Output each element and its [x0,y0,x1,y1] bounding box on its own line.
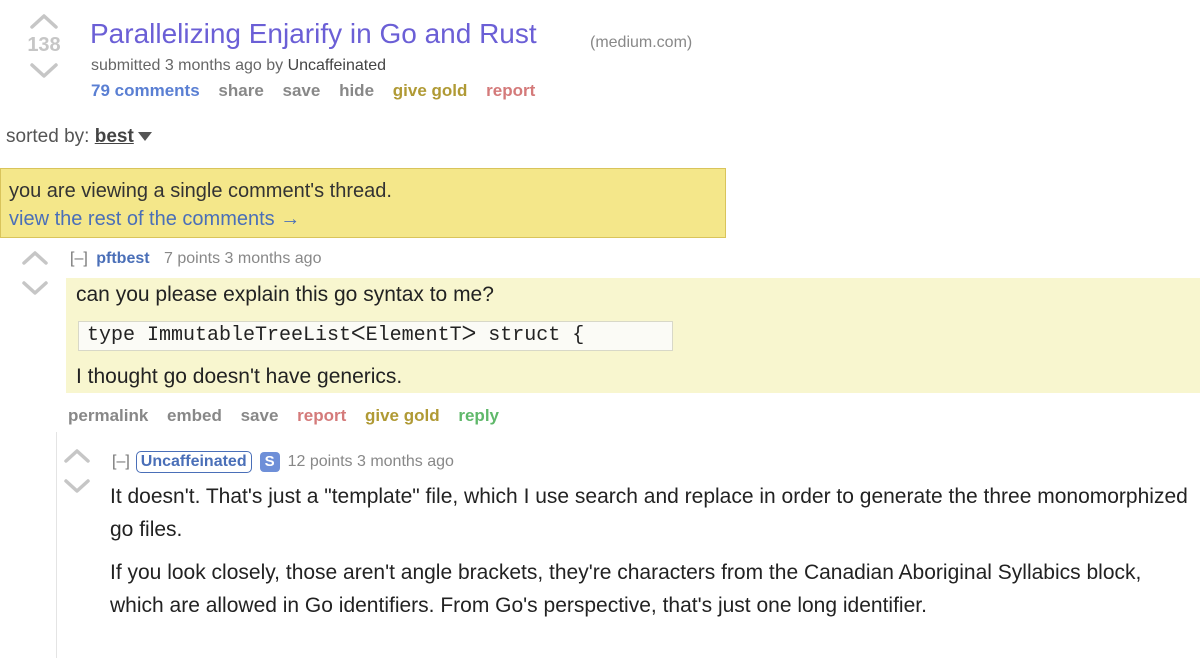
collapse-toggle[interactable]: [–] [70,250,88,267]
single-thread-infobar: you are viewing a single comment's threa… [0,168,726,238]
comment-body: It doesn't. That's just a "template" fil… [110,480,1195,632]
comment-paragraph: If you look closely, those aren't angle … [110,561,1142,617]
permalink-button[interactable]: permalink [68,406,148,425]
share-button[interactable]: share [218,81,263,100]
post-vote-column: 138 [18,12,70,80]
sort-bar: sorted by: best [6,126,152,148]
comment-vote-column [62,448,92,494]
post-buttons: 79 comments share save hide give gold re… [91,81,549,101]
report-button[interactable]: report [297,406,346,425]
caret-down-icon[interactable] [137,132,152,142]
comment-text: I thought go doesn't have generics. [76,365,403,388]
post-domain[interactable]: (medium.com) [590,34,692,52]
submitter-badge: S [259,452,280,472]
comment-meta: 12 points 3 months ago [287,453,454,470]
upvote-arrow-icon[interactable] [29,12,59,30]
hide-button[interactable]: hide [339,81,374,100]
upvote-arrow-icon[interactable] [21,250,49,266]
code-block: type ImmutableTreeListᐸElementTᐳ struct … [78,321,673,351]
comment-meta: 7 points 3 months ago [164,250,322,267]
sort-label: sorted by: [6,126,95,147]
sort-dropdown[interactable]: best [95,126,134,147]
post-tagline-prefix: submitted 3 months ago by [91,57,288,74]
save-button[interactable]: save [241,406,279,425]
infobar-message: you are viewing a single comment's threa… [9,180,392,202]
submitter-author-link[interactable]: Uncaffeinated [135,451,252,473]
post-author-link[interactable]: Uncaffeinated [288,57,386,74]
save-button[interactable]: save [283,81,321,100]
post-tagline: submitted 3 months ago by Uncaffeinated [91,57,386,75]
post-header: 138 Parallelizing Enjarify in Go and Rus… [0,0,1200,120]
comment-buttons: permalink embed save report give gold re… [68,406,513,426]
comment-paragraph: It doesn't. That's just a "template" fil… [110,485,1188,541]
downvote-arrow-icon[interactable] [21,280,49,296]
downvote-arrow-icon[interactable] [63,478,91,494]
collapse-toggle[interactable]: [–] [112,453,130,471]
give-gold-button[interactable]: give gold [365,406,440,425]
post-score: 138 [27,34,61,56]
comment-body-highlighted: can you please explain this go syntax to… [66,278,1200,393]
comment-vote-column [20,250,50,296]
comment-tagline: [–] pftbest 7 points 3 months ago [70,250,321,268]
comment-author-link[interactable]: pftbest [96,250,149,267]
comment-tagline: [–] Uncaffeinated S 12 points 3 months a… [112,451,454,473]
view-rest-link[interactable]: view the rest of the comments → [9,205,717,233]
downvote-arrow-icon[interactable] [29,62,59,80]
post-title-link[interactable]: Parallelizing Enjarify in Go and Rust [90,18,537,50]
thread-indent-line [56,432,57,658]
report-button[interactable]: report [486,81,535,100]
comment-text: can you please explain this go syntax to… [76,283,494,306]
reply-button[interactable]: reply [458,406,499,425]
give-gold-button[interactable]: give gold [393,81,468,100]
embed-button[interactable]: embed [167,406,222,425]
upvote-arrow-icon[interactable] [63,448,91,464]
comments-link[interactable]: 79 comments [91,81,200,100]
